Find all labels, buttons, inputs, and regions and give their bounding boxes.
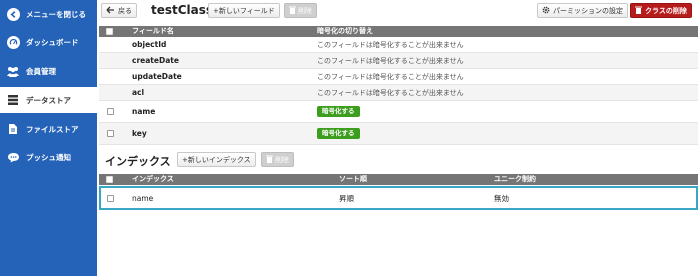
column-header-encryption: 暗号化の切り替え	[317, 27, 373, 35]
file-icon	[6, 122, 20, 136]
index-section-title: インデックス	[105, 155, 171, 168]
sidebar-item-label: ファイルストア	[26, 124, 79, 134]
table-row: objectId このフィールドは暗号化することが出来ません	[99, 37, 698, 53]
add-field-label: +新しいフィールド	[213, 6, 275, 15]
arrow-left-circle-icon	[6, 7, 20, 21]
add-index-label: +新しいインデックス	[182, 155, 251, 164]
trash-icon	[266, 155, 273, 165]
field-name: updateDate	[132, 72, 182, 81]
add-index-button[interactable]: +新しいインデックス	[177, 152, 256, 167]
permission-label: パーミッションの設定	[553, 6, 623, 15]
trash-icon	[289, 6, 296, 16]
delete-index-button[interactable]: 削除	[261, 152, 294, 167]
encryption-note: このフィールドは暗号化することが出来ません	[317, 88, 464, 97]
class-title: testClass	[151, 3, 214, 17]
select-all-checkbox[interactable]	[106, 28, 113, 35]
table-row: acl このフィールドは暗号化することが出来ません	[99, 85, 698, 101]
back-label: 戻る	[118, 6, 132, 15]
field-name: key	[132, 129, 147, 138]
index-table-header: インデックス ソート順 ユニーク制約	[99, 174, 698, 185]
trash-icon	[635, 6, 642, 16]
delete-field-button[interactable]: 削除	[284, 3, 317, 18]
column-header-field-name: フィールド名	[132, 27, 174, 35]
row-checkbox[interactable]	[107, 108, 114, 115]
delete-label: 削除	[298, 6, 312, 15]
table-row: createDate このフィールドは暗号化することが出来ません	[99, 53, 698, 69]
row-checkbox[interactable]	[107, 130, 114, 137]
gear-icon	[542, 6, 550, 16]
sidebar-item-label: メニューを閉じる	[26, 9, 86, 19]
field-name: createDate	[132, 56, 179, 65]
sidebar-item-close-menu[interactable]: メニューを閉じる	[0, 1, 97, 27]
encrypt-button[interactable]: 暗号化する	[317, 128, 360, 139]
sidebar-item-dashboard[interactable]: ダッシュボード	[0, 29, 97, 55]
chat-bubble-icon	[6, 150, 20, 164]
sidebar-item-label: ダッシュボード	[26, 37, 79, 47]
sidebar-item-members[interactable]: 会員管理	[0, 58, 97, 84]
sidebar-item-label: プッシュ通知	[26, 152, 71, 162]
table-row: name 暗号化する	[99, 101, 698, 123]
field-name: objectId	[132, 40, 167, 49]
column-header-sort: ソート順	[339, 175, 367, 183]
encrypt-button[interactable]: 暗号化する	[317, 106, 360, 117]
main-content: 戻る testClass +新しいフィールド 削除 パーミッションの設定 クラス…	[97, 0, 700, 276]
field-name: name	[132, 107, 156, 116]
highlight-box	[99, 186, 698, 210]
encryption-note: このフィールドは暗号化することが出来ません	[317, 56, 464, 65]
users-icon	[6, 64, 20, 78]
dashboard-gauge-icon	[6, 35, 20, 49]
permission-button[interactable]: パーミッションの設定	[537, 3, 628, 18]
database-icon	[6, 93, 20, 107]
column-header-index: インデックス	[132, 175, 174, 183]
delete-class-label: クラスの削除	[645, 6, 687, 15]
select-all-checkbox[interactable]	[106, 176, 113, 183]
column-header-unique: ユニーク制約	[494, 175, 536, 183]
table-row: updateDate このフィールドは暗号化することが出来ません	[99, 69, 698, 85]
sidebar-item-datastore[interactable]: データストア	[0, 87, 97, 113]
sidebar-item-label: 会員管理	[26, 66, 56, 76]
sidebar: メニューを閉じる ダッシュボード 会員管理 データストア ファイルストア プッシ…	[0, 0, 97, 276]
field-name: acl	[132, 88, 145, 97]
encryption-note: このフィールドは暗号化することが出来ません	[317, 72, 464, 81]
sidebar-item-filestore[interactable]: ファイルストア	[0, 116, 97, 142]
fields-table-header: フィールド名 暗号化の切り替え	[99, 26, 698, 37]
delete-label: 削除	[275, 155, 289, 164]
sidebar-item-label: データストア	[26, 95, 71, 105]
table-row: key 暗号化する	[99, 123, 698, 145]
delete-class-button[interactable]: クラスの削除	[630, 3, 692, 18]
encryption-note: このフィールドは暗号化することが出来ません	[317, 40, 464, 49]
back-button[interactable]: 戻る	[101, 3, 137, 18]
add-field-button[interactable]: +新しいフィールド	[208, 3, 280, 18]
sidebar-item-push[interactable]: プッシュ通知	[0, 144, 97, 170]
back-arrow-icon	[106, 6, 115, 16]
